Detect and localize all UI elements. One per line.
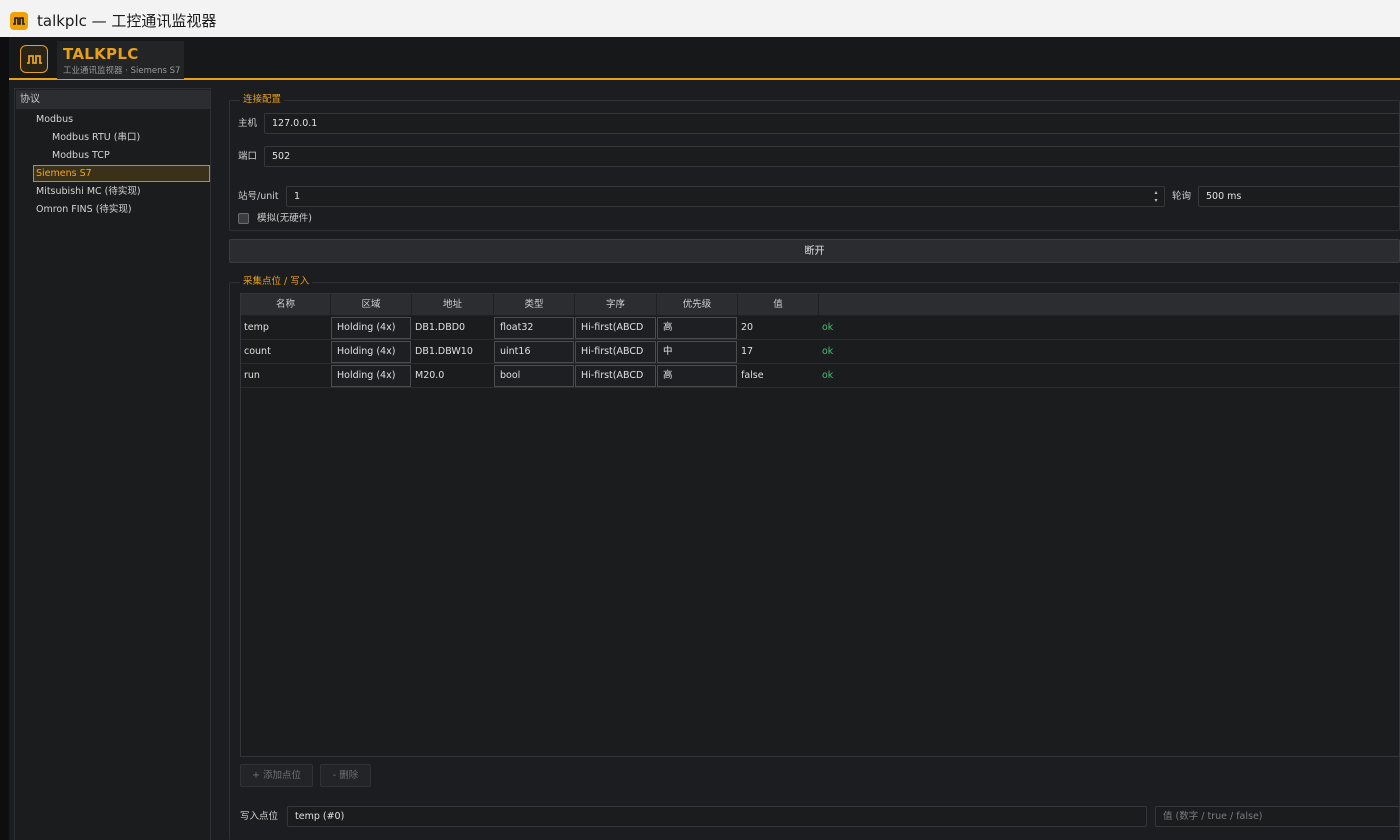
app-header: TALKPLC 工业通讯监视器 · Siemens S7: [9, 37, 1400, 80]
cell-order-select[interactable]: Hi-first(ABCD: [575, 317, 656, 339]
tree-item-mitsubishi-mc[interactable]: Mitsubishi MC (待实现): [34, 184, 141, 201]
host-label: 主机: [238, 118, 258, 129]
column-header-address[interactable]: 地址: [412, 294, 494, 316]
tree-item-modbus-tcp[interactable]: Modbus TCP: [50, 148, 110, 165]
cell-name[interactable]: count: [241, 340, 331, 364]
cell-order-select[interactable]: Hi-first(ABCD: [575, 365, 656, 387]
table-row[interactable]: run Holding (4x) M20.0 bool Hi-first(ABC…: [241, 364, 1399, 388]
cell-area-select[interactable]: Holding (4x): [331, 341, 411, 363]
cell-area-select[interactable]: Holding (4x): [331, 365, 411, 387]
spin-up-icon[interactable]: ▴: [1152, 189, 1160, 196]
port-label: 端口: [238, 151, 258, 162]
brand-logo-icon: [20, 45, 48, 73]
table-row[interactable]: count Holding (4x) DB1.DBW10 uint16 Hi-f…: [241, 340, 1399, 364]
simulate-label: 模拟(无硬件): [257, 213, 312, 224]
column-header-area[interactable]: 区域: [331, 294, 412, 316]
station-spinbox[interactable]: 1 ▴ ▾: [286, 186, 1165, 207]
cell-area-select[interactable]: Holding (4x): [331, 317, 411, 339]
tree-item-siemens-s7[interactable]: Siemens S7: [33, 165, 210, 182]
column-header-name[interactable]: 名称: [241, 294, 331, 316]
host-input[interactable]: 127.0.0.1: [264, 113, 1400, 134]
tree-item-omron-fins[interactable]: Omron FINS (待实现): [34, 202, 132, 219]
cell-status: ok: [822, 370, 834, 381]
cell-name[interactable]: temp: [241, 316, 331, 340]
protocol-tree[interactable]: 协议 Modbus Modbus RTU (串口) Modbus TCP Sie…: [14, 88, 211, 840]
cell-order-select[interactable]: Hi-first(ABCD: [575, 341, 656, 363]
write-point-select[interactable]: temp (#0): [287, 806, 1147, 827]
cell-address[interactable]: DB1.DBW10: [412, 340, 494, 364]
cell-priority-select[interactable]: 中: [657, 341, 737, 363]
column-header-priority[interactable]: 优先级: [657, 294, 738, 316]
protocol-tree-header-label: 协议: [20, 94, 40, 105]
cell-status: ok: [822, 322, 834, 333]
column-header-value[interactable]: 值: [738, 294, 819, 316]
tree-item-modbus-rtu[interactable]: Modbus RTU (串口): [50, 130, 140, 147]
cell-value: false: [741, 370, 764, 381]
column-header-type[interactable]: 类型: [494, 294, 575, 316]
cell-address[interactable]: DB1.DBD0: [412, 316, 494, 340]
disconnect-button[interactable]: 断开: [229, 239, 1400, 263]
table-row[interactable]: temp Holding (4x) DB1.DBD0 float32 Hi-fi…: [241, 316, 1399, 340]
brand-panel: TALKPLC 工业通讯监视器 · Siemens S7: [57, 41, 184, 79]
station-label: 站号/unit: [238, 191, 279, 202]
points-title: 采集点位 / 写入: [240, 276, 313, 288]
cell-type-select[interactable]: float32: [494, 317, 574, 339]
delete-point-button[interactable]: - 删除: [320, 764, 371, 787]
brand-name: TALKPLC: [63, 45, 139, 63]
cell-address[interactable]: M20.0: [412, 364, 494, 388]
protocol-tree-header: 协议: [16, 90, 210, 109]
simulate-checkbox[interactable]: [238, 213, 249, 224]
cell-status: ok: [822, 346, 834, 357]
port-input[interactable]: 502: [264, 146, 1400, 167]
app-logo-icon: [10, 12, 28, 30]
cell-value: 17: [741, 346, 754, 357]
brand-subtitle: 工业通讯监视器 · Siemens S7: [63, 66, 181, 76]
cell-value: 20: [741, 322, 754, 333]
cell-type-select[interactable]: uint16: [494, 341, 574, 363]
add-point-button[interactable]: + 添加点位: [240, 764, 313, 787]
cell-type-select[interactable]: bool: [494, 365, 574, 387]
connection-config-title: 连接配置: [240, 94, 285, 106]
window-title: talkplc — 工控通讯监视器: [37, 12, 217, 30]
cell-priority-select[interactable]: 高: [657, 317, 737, 339]
cell-priority-select[interactable]: 高: [657, 365, 737, 387]
poll-label: 轮询: [1172, 191, 1192, 202]
window-titlebar: talkplc — 工控通讯监视器: [0, 0, 1400, 37]
poll-interval-select[interactable]: 500 ms: [1198, 186, 1400, 207]
column-header-order[interactable]: 字序: [575, 294, 657, 316]
write-point-label: 写入点位: [240, 811, 279, 822]
window-edge: [0, 37, 9, 840]
write-value-input[interactable]: 值 (数字 / true / false): [1155, 806, 1400, 827]
column-header-status: [819, 294, 1399, 316]
cell-name[interactable]: run: [241, 364, 331, 388]
tree-item-modbus[interactable]: Modbus: [34, 112, 73, 129]
spin-down-icon[interactable]: ▾: [1152, 197, 1160, 204]
points-table[interactable]: 名称 区域 地址 类型 字序 优先级 值 temp Holding (4x) D…: [240, 293, 1400, 757]
